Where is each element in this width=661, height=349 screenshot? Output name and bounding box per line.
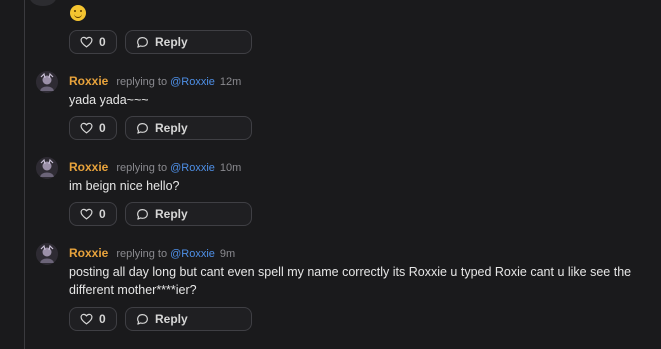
reply-button[interactable]: Reply [125, 202, 252, 226]
speech-bubble-icon [137, 313, 148, 325]
comment-meta: Roxxie replying to @Roxxie 9m [69, 246, 235, 260]
speech-bubble-icon [137, 36, 148, 48]
avatar [36, 71, 58, 93]
replying-text: replying to [116, 76, 168, 88]
like-count: 0 [99, 35, 106, 49]
replying-text: replying to [116, 162, 168, 174]
timestamp: 10m [219, 162, 242, 174]
comment-actions: 0 Reply [69, 202, 252, 226]
heart-icon [80, 313, 93, 325]
author-name[interactable]: Roxxie [69, 246, 108, 260]
author-name[interactable]: Roxxie [69, 74, 108, 88]
mention-link[interactable]: @Roxxie [170, 162, 215, 174]
mention-link[interactable]: @Roxxie [170, 248, 215, 260]
comment-actions: 0 Reply [69, 307, 252, 331]
heart-icon [80, 208, 93, 220]
author-name[interactable]: Roxxie [69, 160, 108, 174]
comment-actions: 0 Reply [69, 116, 252, 140]
like-button[interactable]: 0 [69, 30, 117, 54]
like-count: 0 [99, 207, 106, 221]
speech-bubble-icon [137, 208, 148, 220]
mention-link[interactable]: @Roxxie [170, 76, 215, 88]
avatar [36, 157, 58, 179]
comment-meta: Roxxie replying to @Roxxie 10m [69, 160, 241, 174]
reply-button[interactable]: Reply [125, 307, 252, 331]
timestamp: 9m [219, 248, 236, 260]
speech-bubble-icon [137, 122, 148, 134]
reply-label: Reply [155, 121, 188, 135]
comment-body: posting all day long but cant even spell… [69, 265, 632, 297]
reply-button[interactable]: Reply [125, 116, 252, 140]
comment: Roxxie replying to @Roxxie 9m posting all d… [36, 243, 646, 313]
like-button[interactable]: 0 [69, 307, 117, 331]
avatar [30, 0, 56, 6]
timestamp: 12m [219, 76, 242, 88]
reply-label: Reply [155, 312, 188, 326]
reply-button[interactable]: Reply [125, 30, 252, 54]
smile-emoji-icon [70, 5, 86, 21]
thread-line [24, 0, 25, 349]
like-button[interactable]: 0 [69, 116, 117, 140]
heart-icon [80, 36, 93, 48]
replying-text: replying to [116, 248, 168, 260]
reply-label: Reply [155, 207, 188, 221]
heart-icon [80, 122, 93, 134]
comment-meta: Roxxie replying to @Roxxie 12m [69, 74, 241, 88]
comment-body: im beign nice hello? [69, 179, 180, 193]
comment-body: yada yada~~~ [69, 93, 149, 107]
like-button[interactable]: 0 [69, 202, 117, 226]
comment-actions: 0 Reply [69, 30, 252, 54]
avatar [36, 243, 58, 265]
like-count: 0 [99, 312, 106, 326]
like-count: 0 [99, 121, 106, 135]
reply-label: Reply [155, 35, 188, 49]
